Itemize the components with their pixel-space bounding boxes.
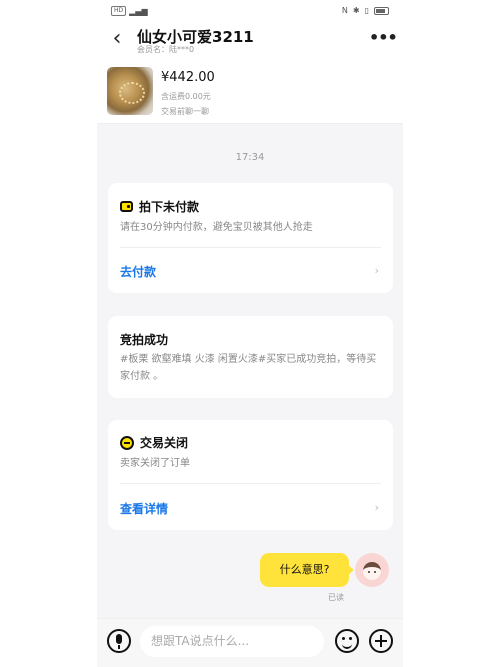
input-bar: 想跟TA说点什么... <box>97 618 403 667</box>
auction-title: 竞拍成功 <box>120 333 169 347</box>
product-thumbnail[interactable] <box>107 67 153 115</box>
back-chevron-icon[interactable]: ‹ <box>105 27 129 53</box>
closed-card: 交易关闭 卖家关闭了订单 查看详情 › <box>108 420 393 530</box>
auction-description: #板栗 欲壑难填 火漆 闲置火漆#买家已成功竞拍，等待买家付款 。 <box>120 354 377 382</box>
closed-description: 卖家关闭了订单 <box>120 458 190 469</box>
pay-button[interactable]: 去付款 <box>120 263 156 280</box>
avatar-eye-icon <box>368 571 370 573</box>
minus-circle-icon <box>120 435 134 450</box>
wallet-icon <box>120 201 133 212</box>
vibrate-icon: ▯ <box>364 6 369 15</box>
avatar-eye-icon <box>374 571 376 573</box>
auction-card: 竞拍成功 #板栗 欲壑难填 火漆 闲置火漆#买家已成功竞拍，等待买家付款 。 <box>108 316 393 398</box>
read-status: 已读 <box>328 593 344 602</box>
unpaid-title: 拍下未付款 <box>139 200 200 214</box>
message-input[interactable]: 想跟TA说点什么... <box>140 626 324 657</box>
microphone-icon[interactable] <box>107 629 131 653</box>
more-dots-icon[interactable]: ••• <box>369 28 398 50</box>
closed-title: 交易关闭 <box>140 436 189 450</box>
bluetooth-icon: ✱ <box>352 6 360 15</box>
chevron-right-icon[interactable]: › <box>375 501 379 514</box>
card-divider <box>120 483 381 484</box>
message-timestamp: 17:34 <box>235 152 265 163</box>
avatar[interactable] <box>355 553 389 587</box>
sim-icon: HD <box>111 6 127 16</box>
signal-icon: ▂▄▆ <box>129 6 148 16</box>
view-details-button[interactable]: 查看详情 <box>120 500 168 517</box>
unpaid-card: 拍下未付款 请在30分钟内付款，避免宝贝被其他人抢走 去付款 › <box>108 183 393 293</box>
chat-header: ‹ 仙女小可爱3211 会员名：陆***0 ••• <box>97 22 403 58</box>
unpaid-description: 请在30分钟内付款，避免宝贝被其他人抢走 <box>120 222 313 233</box>
status-bar: HD ▂▄▆ N ✱ ▯ <box>97 0 403 22</box>
shipping-fee: 含运费0.00元 <box>161 92 211 101</box>
before-trade-note: 交易前聊一聊 <box>161 107 209 116</box>
product-price: ¥442.00 <box>161 70 215 85</box>
avatar-face <box>363 562 381 580</box>
card-divider <box>120 247 381 248</box>
chevron-right-icon[interactable]: › <box>375 264 379 277</box>
member-name: 会员名：陆***0 <box>137 45 195 54</box>
plus-icon[interactable] <box>369 629 393 653</box>
nfc-icon: N <box>341 6 348 15</box>
emoji-icon[interactable] <box>335 629 359 653</box>
chat-screen: HD ▂▄▆ N ✱ ▯ ‹ 仙女小可爱3211 会员名：陆***0 ••• ¥… <box>97 0 403 667</box>
product-summary[interactable]: ¥442.00 含运费0.00元 交易前聊一聊 <box>97 58 403 124</box>
sent-message[interactable]: 什么意思? <box>260 553 354 587</box>
battery-icon <box>374 6 389 15</box>
